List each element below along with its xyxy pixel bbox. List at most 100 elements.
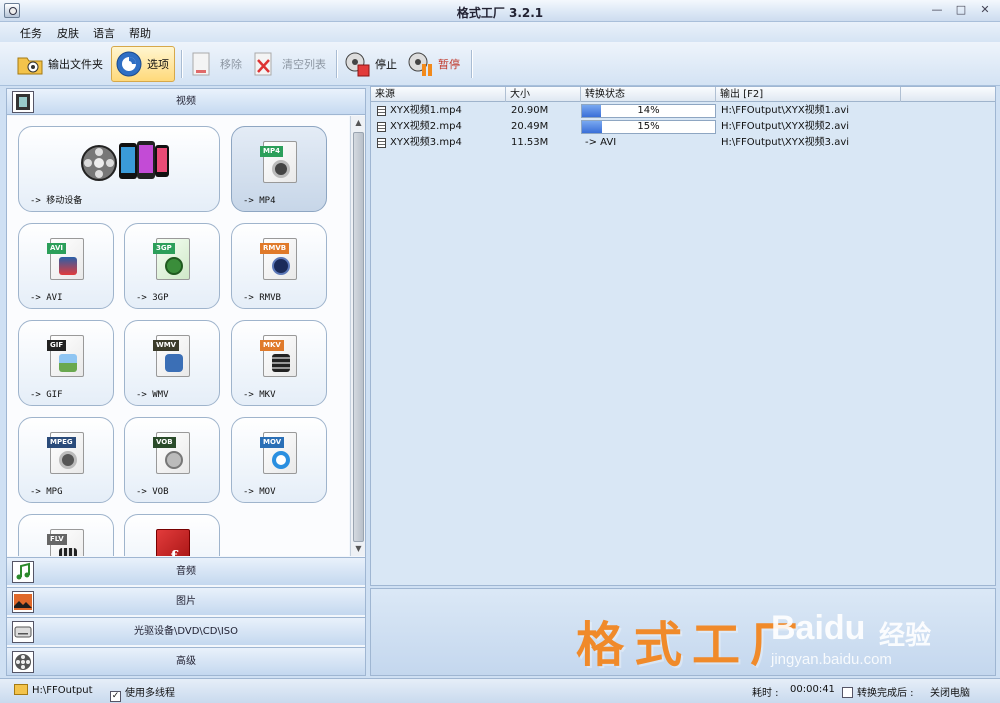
task-list-header: 来源 大小 转换状态 输出 [F2] [371, 87, 995, 102]
stop-label: 停止 [375, 58, 397, 71]
tile-gif[interactable]: GIF -> GIF [18, 320, 114, 406]
progress-bar: 15% [581, 120, 716, 134]
tile-mkv[interactable]: MKV -> MKV [231, 320, 327, 406]
format-tile-grid: -> 移动设备 MP4 -> MP4 AVI -> AVI 3GP -> 3GP [7, 116, 349, 556]
clear-list-button[interactable]: 清空列表 [250, 46, 326, 82]
after-convert-option[interactable]: 转换完成后 : [842, 684, 914, 699]
vob-file-icon: VOB [153, 432, 190, 474]
format-tag: FLV [47, 534, 67, 545]
tile-mov[interactable]: MOV -> MOV [231, 417, 327, 503]
after-convert-label: 转换完成后 : [857, 688, 914, 699]
window-title: 格式工厂 3.2.1 [456, 6, 544, 20]
mpg-file-icon: MPEG [47, 432, 84, 474]
pause-button[interactable]: 暂停 [406, 46, 460, 82]
output-folder-button[interactable]: 输出文件夹 [16, 46, 103, 82]
folder-icon [16, 50, 44, 78]
tile-mobile-device[interactable]: -> 移动设备 [18, 126, 220, 212]
video-category-label: 视频 [176, 96, 196, 107]
tile-rmvb[interactable]: RMVB -> RMVB [231, 223, 327, 309]
tile-vob[interactable]: VOB -> VOB [124, 417, 220, 503]
multithread-checkbox[interactable]: ✓ 使用多线程 [110, 684, 175, 702]
stop-button[interactable]: 停止 [343, 46, 397, 82]
cell-source: XYX视频1.mp4 [390, 105, 462, 116]
output-folder-label: 输出文件夹 [48, 58, 103, 71]
minimize-icon[interactable]: — [930, 3, 944, 17]
music-note-icon [12, 561, 34, 583]
video-category-header[interactable]: 视频 [7, 89, 365, 115]
picture-category-bar[interactable]: 图片 [7, 587, 365, 615]
advanced-category-bar[interactable]: 高级 [7, 647, 365, 675]
remove-button[interactable]: 移除 [188, 46, 242, 82]
checkbox-unchecked-icon [842, 687, 853, 698]
pause-icon [406, 50, 434, 78]
gif-file-icon: GIF [47, 335, 84, 377]
cell-size: 20.90M [511, 105, 549, 116]
logo-banner: 格式工厂 Baidu 经验 jingyan.baidu.com [370, 588, 996, 676]
watermark-suffix: 经验 [879, 621, 932, 651]
format-tag: MKV [260, 340, 284, 351]
tile-label: -> MP4 [243, 196, 276, 206]
file-icon [377, 106, 386, 116]
format-scrollbar[interactable]: ▲ ▼ [350, 116, 365, 556]
format-tag: AVI [47, 243, 66, 254]
format-panel: 视频 -> 移动设备 MP4 -> MP4 AVI -> AVI 3GP -> … [6, 88, 366, 676]
file-icon [377, 122, 386, 132]
format-tag: MP4 [260, 146, 283, 157]
rmvb-file-icon: RMVB [260, 238, 297, 280]
output-path-status[interactable]: H:\FFOutput [14, 684, 93, 696]
after-convert-action[interactable]: 关闭电脑 [930, 684, 970, 699]
audio-category-label: 音频 [176, 566, 196, 577]
mp4-file-icon: MP4 [260, 141, 297, 183]
cell-source: XYX视频2.mp4 [390, 121, 462, 132]
remove-icon [188, 50, 216, 78]
disc-category-bar[interactable]: 光驱设备\DVD\CD\ISO [7, 617, 365, 645]
close-icon[interactable]: ✕ [978, 3, 992, 17]
status-bar: H:\FFOutput ✓ 使用多线程 耗时 : 00:00:41 转换完成后 :… [0, 678, 1000, 703]
toolbar: 输出文件夹 选项 移除 清空列表 停止 暂停 [0, 42, 1000, 86]
format-tag: VOB [153, 437, 176, 448]
tile-wmv[interactable]: WMV -> WMV [124, 320, 220, 406]
column-output[interactable]: 输出 [F2] [716, 87, 901, 102]
tile-mpg[interactable]: MPEG -> MPG [18, 417, 114, 503]
flash-file-icon: f [156, 529, 190, 556]
file-icon [377, 138, 386, 148]
film-reel-icon [12, 651, 34, 673]
audio-category-bar[interactable]: 音频 [7, 557, 365, 585]
column-size[interactable]: 大小 [506, 87, 581, 102]
tile-avi[interactable]: AVI -> AVI [18, 223, 114, 309]
format-tag: MPEG [47, 437, 76, 448]
toolbar-separator [471, 50, 472, 78]
tile-3gp[interactable]: 3GP -> 3GP [124, 223, 220, 309]
stop-icon [343, 50, 371, 78]
tile-mp4[interactable]: MP4 -> MP4 [231, 126, 327, 212]
picture-category-label: 图片 [176, 596, 196, 607]
menu-help[interactable]: 帮助 [129, 25, 151, 41]
disc-category-label: 光驱设备\DVD\CD\ISO [133, 626, 239, 637]
folder-icon [14, 684, 28, 695]
scroll-up-icon[interactable]: ▲ [351, 116, 366, 130]
menu-language[interactable]: 语言 [93, 25, 115, 41]
table-row[interactable]: XYX视频2.mp4 20.49M 15% H:\FFOutput\XYX视频2… [371, 119, 995, 135]
tile-label: -> MKV [243, 390, 276, 400]
task-list[interactable]: 来源 大小 转换状态 输出 [F2] XYX视频1.mp4 20.90M 14%… [370, 86, 996, 586]
maximize-icon[interactable]: □ [954, 3, 968, 17]
menu-skin[interactable]: 皮肤 [57, 25, 79, 41]
scroll-thumb[interactable] [353, 132, 364, 542]
tile-flv[interactable]: FLV [18, 514, 114, 556]
tile-swf[interactable]: f [124, 514, 220, 556]
progress-bar: 14% [581, 104, 716, 118]
options-button[interactable]: 选项 [111, 46, 175, 82]
options-label: 选项 [147, 58, 169, 71]
title-bar: 格式工厂 3.2.1 — □ ✕ [0, 0, 1000, 22]
tile-label: -> 移动设备 [30, 196, 83, 206]
scroll-down-icon[interactable]: ▼ [351, 542, 366, 556]
table-row[interactable]: XYX视频1.mp4 20.90M 14% H:\FFOutput\XYX视频1… [371, 103, 995, 119]
advanced-category-label: 高级 [176, 656, 196, 667]
table-row[interactable]: XYX视频3.mp4 11.53M -> AVI H:\FFOutput\XYX… [371, 135, 995, 151]
picture-icon [12, 591, 34, 613]
clear-list-label: 清空列表 [282, 58, 326, 71]
column-status[interactable]: 转换状态 [581, 87, 716, 102]
multithread-label: 使用多线程 [125, 688, 175, 699]
menu-task[interactable]: 任务 [20, 25, 42, 41]
column-source[interactable]: 来源 [371, 87, 506, 102]
